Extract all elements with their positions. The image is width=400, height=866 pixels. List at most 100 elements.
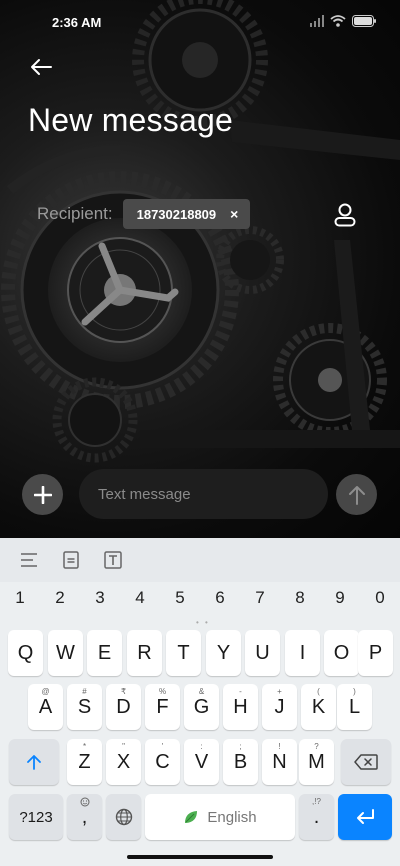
key-n-label: N [272, 750, 287, 773]
key-7[interactable]: 7 [240, 588, 280, 614]
key-l-label: L [348, 695, 361, 718]
period-key[interactable]: ,!? . [299, 794, 334, 840]
key-h-label: H [233, 695, 248, 718]
message-input[interactable] [79, 469, 328, 519]
backspace-icon [354, 754, 378, 770]
key-e[interactable]: E [87, 630, 122, 676]
key-u[interactable]: U [245, 630, 280, 676]
key-x[interactable]: " X [106, 739, 141, 785]
key-4[interactable]: 4 [120, 588, 160, 614]
key-b-label: B [233, 750, 248, 773]
key-s-alt: # [82, 687, 87, 696]
key-9[interactable]: 9 [320, 588, 360, 614]
recipient-row: Recipient: 18730218809 × [37, 198, 251, 230]
send-button[interactable] [336, 474, 377, 515]
key-a[interactable]: @ A [28, 684, 63, 730]
key-g-label: G [193, 695, 210, 718]
key-n[interactable]: ! N [262, 739, 297, 785]
clipboard-icon[interactable] [60, 549, 82, 571]
key-d-alt: ₹ [120, 687, 127, 696]
key-w[interactable]: W [48, 630, 83, 676]
key-c-label: C [155, 750, 170, 773]
key-j[interactable]: + J [262, 684, 297, 730]
key-5[interactable]: 5 [160, 588, 200, 614]
comma-key[interactable]: , [67, 794, 102, 840]
key-i[interactable]: I [285, 630, 320, 676]
key-8[interactable]: 8 [280, 588, 320, 614]
signal-icon [310, 14, 324, 30]
key-p[interactable]: P [358, 630, 393, 676]
close-icon[interactable]: × [230, 206, 238, 222]
key-m-alt: ? [314, 742, 319, 751]
emoji-icon [67, 797, 102, 809]
key-b[interactable]: ; B [223, 739, 258, 785]
plus-icon [33, 485, 52, 504]
person-icon [334, 203, 356, 227]
key-o[interactable]: O [324, 630, 359, 676]
add-contact-button[interactable] [332, 202, 358, 228]
key-k-label: K [311, 695, 326, 718]
period-alt: ,!? [312, 797, 321, 806]
key-v[interactable]: :V [184, 739, 219, 785]
key-j-alt: + [277, 687, 282, 696]
key-r[interactable]: R [127, 630, 162, 676]
key-v-label: V [194, 750, 209, 773]
recipient-chip[interactable]: 18730218809 × [122, 199, 251, 229]
status-bar: 2:36 AM [0, 0, 400, 44]
key-h-alt: - [239, 687, 242, 696]
key-b-alt: ; [239, 742, 242, 751]
key-l[interactable]: ) L [337, 684, 372, 730]
arrow-up-icon [348, 485, 365, 505]
key-z-alt: * [82, 742, 87, 751]
key-y[interactable]: Y [206, 630, 241, 676]
space-label: English [207, 808, 257, 826]
key-g-alt: & [198, 687, 205, 696]
language-key[interactable] [106, 794, 141, 840]
menu-lines-icon[interactable] [18, 549, 40, 571]
key-h[interactable]: -H [223, 684, 258, 730]
key-j-label: J [274, 695, 285, 718]
key-k[interactable]: (K [301, 684, 336, 730]
back-button[interactable] [26, 54, 56, 80]
key-d[interactable]: ₹ D [106, 684, 141, 730]
space-key[interactable]: English [145, 794, 295, 840]
key-c-alt: ' [161, 742, 164, 751]
key-k-alt: ( [317, 687, 320, 696]
page-title: New message [28, 102, 233, 138]
key-1[interactable]: 1 [0, 588, 40, 614]
key-z-label: Z [78, 750, 91, 773]
symbols-key[interactable]: ?123 [9, 794, 63, 840]
key-t[interactable]: T [166, 630, 201, 676]
key-z[interactable]: * Z [67, 739, 102, 785]
key-s[interactable]: # S [67, 684, 102, 730]
attach-button[interactable] [22, 474, 63, 515]
key-f[interactable]: % F [145, 684, 180, 730]
key-m[interactable]: ? M [299, 739, 334, 785]
home-indicator[interactable] [127, 855, 273, 859]
key-a-alt: @ [41, 687, 50, 696]
key-x-alt: " [122, 742, 125, 751]
status-time: 2:36 AM [52, 14, 102, 30]
backspace-key[interactable] [341, 739, 391, 785]
key-3[interactable]: 3 [80, 588, 120, 614]
keyboard: 1 2 3 4 5 6 7 8 9 0 • • Q W E R T Y U I … [0, 538, 400, 866]
key-2[interactable]: 2 [40, 588, 80, 614]
key-6[interactable]: 6 [200, 588, 240, 614]
keyboard-toolbar [0, 538, 400, 582]
key-g[interactable]: & G [184, 684, 219, 730]
key-a-label: A [38, 695, 53, 718]
key-c[interactable]: ' C [145, 739, 180, 785]
enter-key[interactable] [338, 794, 392, 840]
arrow-up-shift-icon [27, 755, 41, 770]
key-m-label: M [308, 750, 325, 773]
page-dots: • • [196, 618, 210, 627]
key-d-label: D [116, 695, 131, 718]
key-0[interactable]: 0 [360, 588, 400, 614]
key-q[interactable]: Q [8, 630, 43, 676]
shift-key[interactable] [9, 739, 59, 785]
text-format-icon[interactable] [102, 549, 124, 571]
key-f-label: F [156, 695, 169, 718]
key-s-label: S [77, 695, 92, 718]
key-x-label: X [116, 750, 131, 773]
wallpaper [0, 0, 400, 538]
